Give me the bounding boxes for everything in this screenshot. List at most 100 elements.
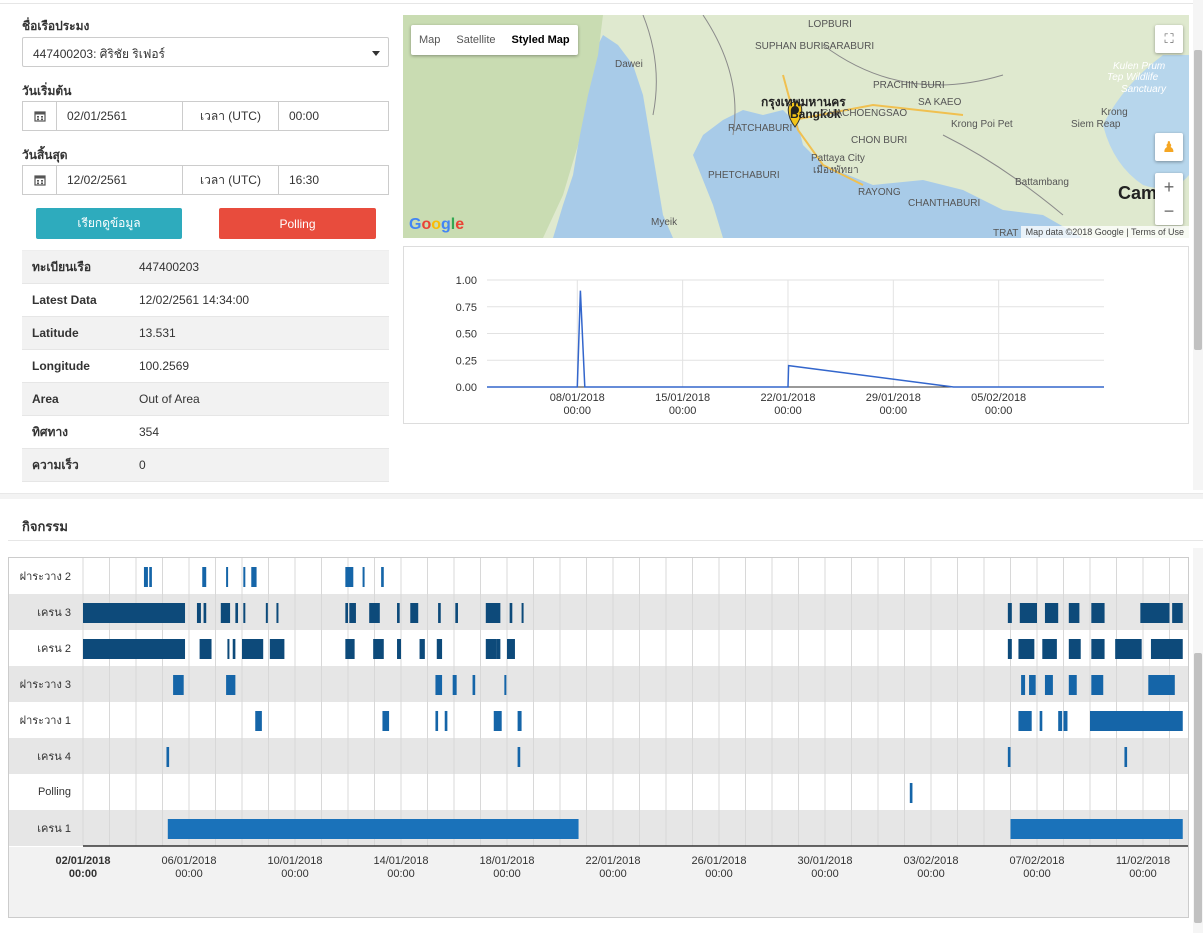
activity-bar [504,675,507,695]
scrollbar-thumb[interactable] [1194,50,1202,350]
start-date-label: วันเริ่มต้น [22,84,72,98]
zoom-in-icon[interactable]: + [1164,175,1175,199]
activity-bar [243,567,246,587]
series-line [487,290,1104,388]
info-row: Longitude 100.2569 [22,350,389,383]
activity-bar [1068,639,1081,659]
activity-bar [1090,711,1183,731]
map-type-styled-map[interactable]: Styled Map [504,25,578,55]
activity-bar [1172,603,1183,623]
fullscreen-icon[interactable]: ⛶ [1155,25,1183,53]
info-row: ความเร็ว 0 [22,449,389,482]
info-key: ความเร็ว [32,457,79,472]
activity-bar [507,639,515,659]
timeline-tick-label: 11/02/2018 [1116,855,1170,867]
activity-bar [1091,639,1105,659]
activity-bar [1068,675,1077,695]
timeline-tick-label: 00:00 [811,868,839,880]
start-date-input[interactable]: 02/01/2561 [57,102,183,130]
activity-bar [1029,675,1036,695]
end-time-input[interactable]: 16:30 [279,166,388,194]
map-label: Siem Reap [1071,119,1121,130]
vessel-select-value: 447400203: ศิริชัย ริเฟอร์ [33,47,165,61]
section-underline [8,540,1203,541]
map-label: SUPHAN BURI [755,41,824,52]
activity-bar [276,603,279,623]
map-type-switcher: Map Satellite Styled Map [411,25,578,55]
activity-bar [381,567,384,587]
info-row: ทิศทาง 354 [22,416,389,449]
timeline-tick-label: 00:00 [175,868,203,880]
map-label: RAYONG [858,187,901,198]
calendar-icon[interactable] [23,102,57,130]
fetch-data-button[interactable]: เรียกดูข้อมูล [36,208,182,239]
activity-bar [1042,639,1057,659]
vessel-info-table: ทะเบียนเรือ 447400203 Latest Data 12/02/256… [22,250,389,482]
timeline-tick-label: 00:00 [1129,868,1157,880]
activity-bar [369,603,380,623]
activity-bar [472,675,476,695]
activity-bar [83,639,186,659]
map-label: Myeik [651,217,678,228]
activity-bar [1058,711,1063,731]
vessel-select[interactable]: 447400203: ศิริชัย ริเฟอร์ [22,37,389,67]
calendar-icon[interactable] [23,166,57,194]
x-tick-label: 08/01/2018 [550,392,605,404]
timeline-tick-label: 00:00 [599,868,627,880]
end-date-input[interactable]: 12/02/2561 [57,166,183,194]
section-divider [0,493,1203,499]
activity-bar [166,747,170,767]
activity-bar [444,711,448,731]
map-attribution[interactable]: Map data ©2018 Google | Terms of Use [1020,226,1189,238]
map-view[interactable]: LOPBURI SUPHAN BURI SARABURI Dawei Bangkok กร… [403,15,1189,238]
activity-bar [397,603,400,623]
info-value: 13.531 [139,326,176,340]
activity-bar [1140,603,1170,623]
activity-bar [149,567,152,587]
y-tick-label: 0.75 [456,302,477,314]
activity-bar [1007,639,1012,659]
street-view-pegman-icon[interactable]: ♟ [1155,133,1183,161]
y-tick-label: 0.00 [456,382,477,394]
info-key: Latest Data [32,293,97,307]
timeline-tick-label: 30/01/2018 [797,855,852,867]
map-type-map[interactable]: Map [411,25,448,55]
map-label: TRAT [993,228,1019,238]
activity-bar [410,603,419,623]
scrollbar-thumb[interactable] [1194,653,1202,923]
page-scrollbar-lower[interactable] [1193,548,1203,933]
activity-bar [232,639,236,659]
zoom-out-icon[interactable]: − [1164,199,1175,223]
x-tick-label: 05/02/2018 [971,392,1026,404]
start-time-input[interactable]: 00:00 [279,102,388,130]
timeline-tick-label: 03/02/2018 [903,855,958,867]
activity-bar [438,603,441,623]
timeline-tick-label: 06/01/2018 [161,855,216,867]
info-key: ทิศทาง [32,424,69,439]
info-key: Area [32,392,59,406]
timeline-tick-label: 00:00 [281,868,309,880]
activity-bar [1068,603,1080,623]
polling-button[interactable]: Polling [219,208,376,239]
activity-bar [493,711,502,731]
activity-bar [435,711,439,731]
x-tick-label: 00:00 [880,405,908,417]
map-label: Sanctuary [1121,84,1167,95]
info-value: 447400203 [139,260,200,274]
map-label: SA KAEO [918,97,962,108]
info-key: Longitude [32,359,90,373]
timeline-tick-label: 07/02/2018 [1009,855,1064,867]
map-type-satellite[interactable]: Satellite [448,25,503,55]
activity-bar [143,567,148,587]
activity-bar [521,603,524,623]
activity-bar [345,567,354,587]
activity-bar [1124,747,1128,767]
info-value: 12/02/2561 14:34:00 [139,293,250,307]
info-key: ทะเบียนเรือ [32,259,92,274]
page-scrollbar-upper[interactable] [1193,0,1203,490]
activity-bar [203,603,207,623]
activity-bar [349,603,356,623]
activity-bar [226,567,229,587]
activity-bar [235,603,239,623]
timeline-tick-label: 14/01/2018 [373,855,428,867]
